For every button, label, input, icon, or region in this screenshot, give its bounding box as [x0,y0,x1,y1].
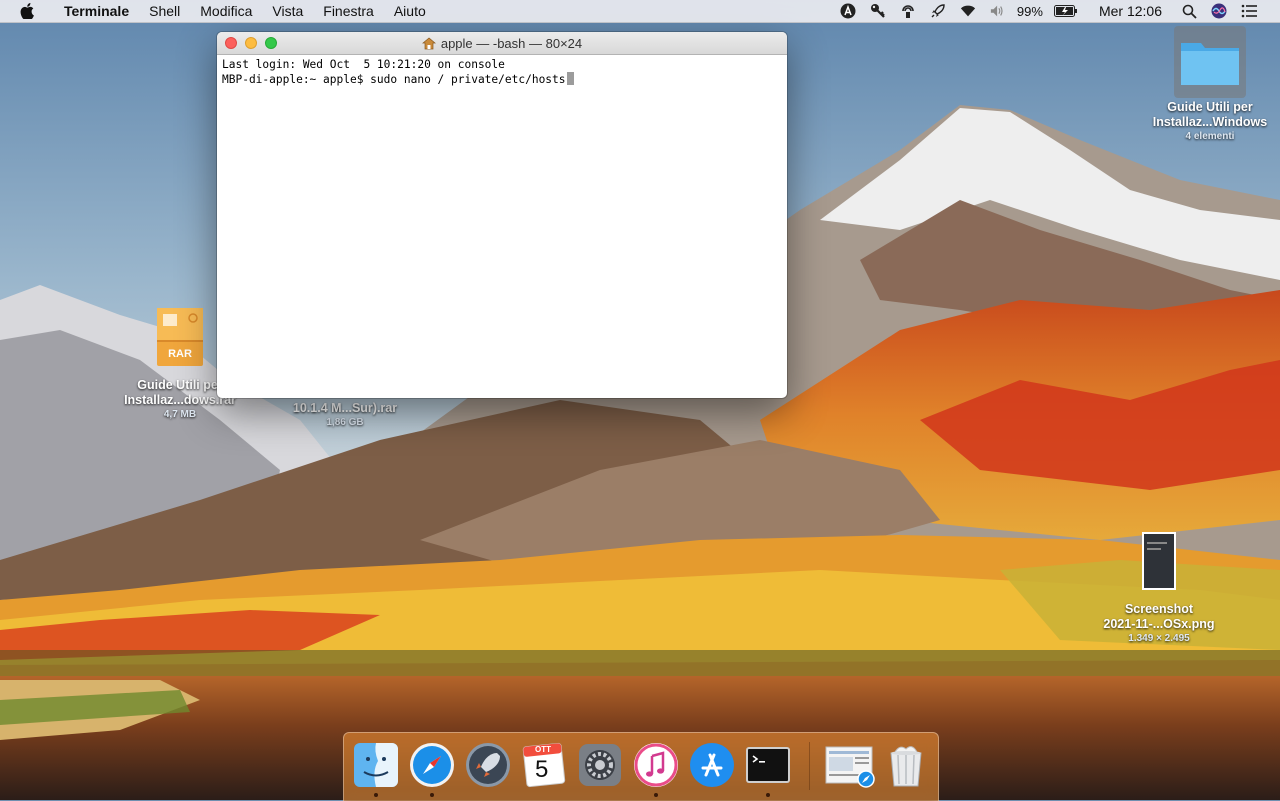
key-icon[interactable] [870,3,886,19]
app-store-icon [690,743,734,787]
terminal-icon [746,747,790,783]
folder-item-count: 4 elementi [1185,131,1235,142]
home-icon [421,37,436,50]
menu-aiuto[interactable]: Aiuto [384,0,436,22]
folder-label-line2: Installaz...Windows [1152,115,1268,129]
finder-running-dot [374,793,378,797]
menu-bar: Terminale Shell Modifica Vista Finestra … [0,0,1280,23]
dock-downloads-stack[interactable] [824,741,876,789]
terminal-output[interactable]: Last login: Wed Oct 5 10:21:20 on consol… [217,55,787,90]
music-note-icon [634,743,678,787]
rar-file-size: 4,7 MB [163,409,197,420]
itunes-running-dot [654,793,658,797]
menu-clock[interactable]: Mer 12:06 [1099,3,1162,19]
volume-icon[interactable] [990,3,1006,19]
terminal-line: Last login: Wed Oct 5 10:21:20 on consol… [222,58,505,71]
status-area: 99% Mer 12:06 [833,0,1280,22]
screenshot-dimensions: 1.349 × 2.495 [1128,633,1190,644]
calendar-day: 5 [535,756,549,783]
desktop-rar-bigsur[interactable]: 10.1.4 M...Sur).rar 1,86 GB [280,401,410,429]
text-cursor [566,72,574,85]
close-button[interactable] [225,37,237,49]
menu-modifica[interactable]: Modifica [190,0,262,22]
desktop-folder-guide-windows[interactable]: Guide Utili per Installaz...Windows 4 el… [1150,26,1270,143]
apple-menu-icon[interactable] [20,3,36,19]
dock-safari[interactable] [408,741,456,797]
folder-label-line1: Guide Utili per [1167,100,1253,114]
spotlight-search-icon[interactable] [1181,3,1197,19]
siri-icon[interactable] [1211,3,1227,19]
wifi-icon[interactable] [960,3,976,19]
battery-icon[interactable] [1053,3,1078,19]
finder-icon [354,743,398,787]
notification-center-icon[interactable] [1241,3,1257,19]
minimize-button[interactable] [245,37,257,49]
dock-calendar[interactable]: OTT 5 [520,741,568,789]
circle-a-icon[interactable] [840,3,856,19]
screenshot-label-line1: Screenshot [1124,602,1194,616]
dock-launchpad[interactable] [464,741,512,789]
terminal-titlebar[interactable]: apple — -bash — 80×24 [217,32,787,55]
window-title: apple — -bash — 80×24 [440,35,583,51]
menu-finestra[interactable]: Finestra [313,0,384,22]
safari-running-dot [430,793,434,797]
menu-app-name[interactable]: Terminale [54,0,139,22]
menu-vista[interactable]: Vista [262,0,313,22]
terminal-window[interactable]: apple — -bash — 80×24 Last login: Wed Oc… [217,32,787,398]
battery-percent[interactable]: 99% [1017,4,1043,19]
bigsur-rar-label: 10.1.4 M...Sur).rar [292,401,398,415]
dock-terminal[interactable] [744,741,792,797]
folder-icon [1174,26,1246,98]
dock: OTT 5 [343,732,939,801]
trash-icon [890,746,922,787]
dock-trash[interactable] [882,741,930,789]
rar-badge: RAR [168,348,192,360]
menu-shell[interactable]: Shell [139,0,190,22]
bigsur-rar-size: 1,86 GB [326,417,364,428]
window-controls [225,37,285,49]
airplay-wifi-icon[interactable] [900,3,916,19]
terminal-command: MBP-di-apple:~ apple$ sudo nano / privat… [222,73,566,86]
dock-itunes[interactable] [632,741,680,797]
dock-system-preferences[interactable] [576,741,624,789]
gear-icon [579,744,621,786]
dock-app-store[interactable] [688,741,736,789]
document-stack-icon [825,746,875,788]
launchpad-icon [466,743,510,787]
dock-separator [809,742,810,790]
terminal-prompt-line[interactable]: MBP-di-apple:~ apple$ sudo nano / privat… [222,72,782,87]
desktop-screenshot-file[interactable]: Screenshot 2021-11-...OSx.png 1.349 × 2.… [1094,532,1224,645]
zoom-button[interactable] [265,37,277,49]
calendar-month: OTT [535,745,551,754]
rocket-icon[interactable] [930,3,946,19]
rar-archive-icon: RAR [157,308,203,366]
dock-finder[interactable] [352,741,400,797]
screenshot-label-line2: 2021-11-...OSx.png [1103,617,1215,631]
terminal-running-dot [766,793,770,797]
screenshot-thumbnail-icon [1142,532,1176,590]
safari-icon [410,743,454,787]
